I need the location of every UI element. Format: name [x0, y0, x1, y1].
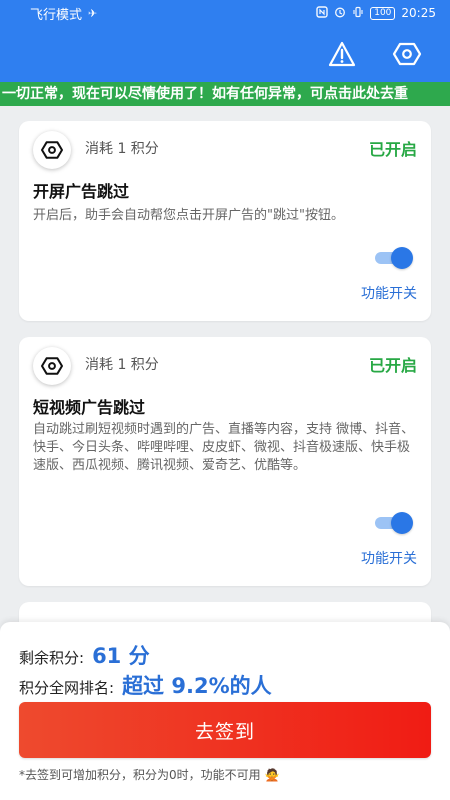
- status-time: 20:25: [401, 6, 436, 20]
- feature-title: 短视频广告跳过: [33, 398, 146, 417]
- hexagon-eye-icon: [33, 347, 71, 385]
- rank-row: 积分全网排名: 超过 9.2%的人: [19, 670, 272, 700]
- feature-description: 自动跳过刷短视频时遇到的广告、直播等内容，支持 微博、抖音、快手、今日头条、哔哩…: [33, 422, 415, 473]
- status-bar: 飞行模式 ✈ 100 20:25: [0, 0, 450, 26]
- warning-triangle-icon[interactable]: [326, 38, 358, 70]
- toggle-knob: [391, 247, 413, 269]
- feature-switch-label[interactable]: 功能开关: [361, 283, 417, 303]
- points-value: 61 分: [92, 644, 150, 668]
- status-badge: 已开启: [368, 140, 417, 159]
- status-ticker[interactable]: 一切正常，现在可以尽情使用了！如有任何异常，可点击此处去重: [0, 82, 450, 106]
- cost-label: 消耗 1 积分: [85, 141, 159, 157]
- feature-description: 开启后，助手会自动帮您点击开屏广告的"跳过"按钮。: [33, 208, 344, 223]
- vibrate-icon: [352, 6, 364, 21]
- points-label: 剩余积分:: [19, 649, 85, 667]
- cost-label: 消耗 1 积分: [85, 357, 159, 373]
- points-row: 剩余积分: 61 分: [19, 640, 150, 670]
- feature-switch-label[interactable]: 功能开关: [361, 548, 417, 568]
- feature-toggle[interactable]: [375, 247, 413, 269]
- toggle-knob: [391, 512, 413, 534]
- feature-title: 开屏广告跳过: [33, 182, 130, 201]
- nfc-icon: [316, 5, 328, 21]
- battery-indicator: 100: [370, 6, 396, 20]
- status-badge: 已开启: [368, 356, 417, 375]
- feature-card-splash-ad: 消耗 1 积分 已开启 开屏广告跳过 开启后，助手会自动帮您点击开屏广告的"跳过…: [19, 121, 431, 321]
- airplane-mode-label: 飞行模式: [30, 7, 83, 23]
- airplane-icon: ✈: [88, 6, 98, 20]
- alarm-icon: [334, 6, 346, 21]
- sign-in-button[interactable]: 去签到: [19, 702, 431, 758]
- bottom-panel: 剩余积分: 61 分 积分全网排名: 超过 9.2%的人 去签到 *去签到可增加…: [0, 622, 450, 800]
- hexagon-eye-icon[interactable]: [391, 38, 423, 70]
- rank-value: 超过 9.2%的人: [122, 674, 272, 698]
- hexagon-eye-icon: [33, 131, 71, 169]
- rank-label: 积分全网排名:: [19, 679, 115, 697]
- feature-toggle[interactable]: [375, 512, 413, 534]
- sign-in-note: *去签到可增加积分，积分为0时，功能不可用 🙅: [19, 768, 280, 782]
- feature-card-short-video-ad: 消耗 1 积分 已开启 短视频广告跳过 自动跳过刷短视频时遇到的广告、直播等内容…: [19, 337, 431, 586]
- toolbar: [0, 26, 450, 82]
- app-header: 飞行模式 ✈ 100 20:25: [0, 0, 450, 82]
